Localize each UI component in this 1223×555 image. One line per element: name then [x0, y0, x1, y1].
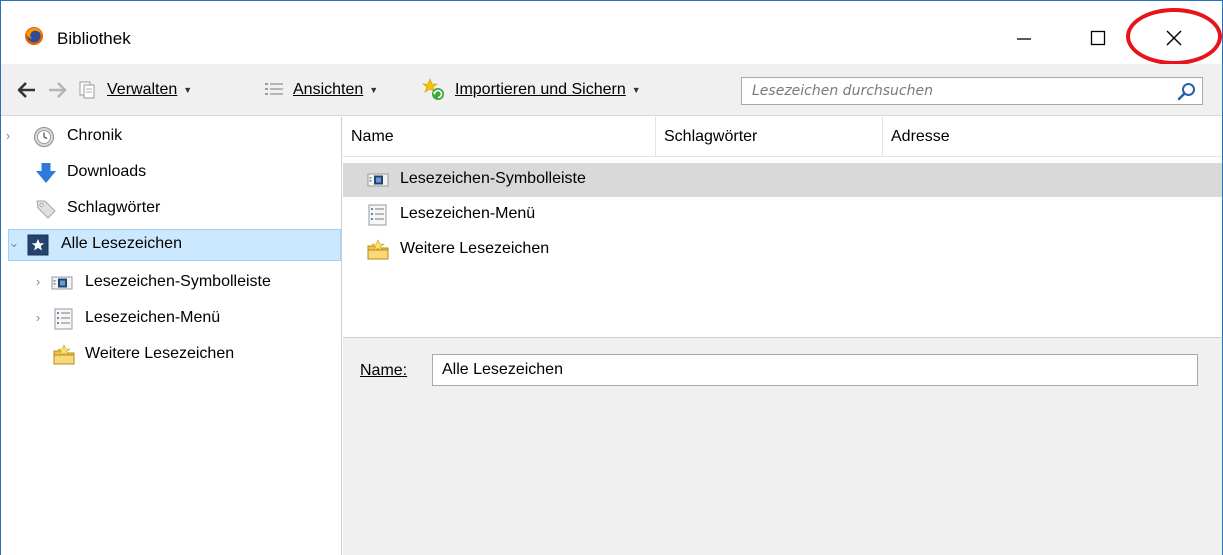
sidebar-item-label: Lesezeichen-Symbolleiste [85, 273, 271, 290]
ansichten-menu-button[interactable]: Ansichten ▼ [263, 76, 378, 104]
folder-star-icon [53, 344, 75, 365]
list-row[interactable]: Weitere Lesezeichen [343, 233, 1222, 267]
verwalten-label: Verwalten [107, 81, 178, 98]
details-pane: Name: [343, 337, 1222, 555]
list-row-name: Lesezeichen-Menü [400, 205, 536, 222]
sidebar-item-alle-lesezeichen[interactable]: ⌄ Alle Lesezeichen [8, 229, 341, 261]
minimize-icon [1017, 38, 1031, 40]
maximize-icon [1090, 30, 1106, 46]
dropdown-caret-icon: ▼ [369, 85, 379, 95]
sidebar-item-label: Lesezeichen-Menü [85, 309, 221, 326]
bookmark-toolbar-icon [51, 276, 73, 290]
verwalten-menu-button[interactable]: Verwalten ▼ [77, 76, 192, 104]
bookmark-menu-icon [368, 204, 387, 226]
list-row[interactable]: Lesezeichen-Symbolleiste [343, 163, 1222, 197]
clock-icon [34, 127, 54, 147]
back-button[interactable] [17, 76, 37, 104]
chevron-right-icon[interactable]: › [1, 128, 15, 143]
ansichten-label: Ansichten [293, 81, 364, 98]
back-arrow-icon [17, 82, 35, 98]
sidebar-item-label: Downloads [67, 163, 147, 180]
firefox-icon [25, 27, 43, 45]
close-icon [1166, 30, 1182, 46]
chevron-right-icon[interactable]: › [31, 274, 45, 289]
column-header-adresse[interactable]: Adresse [883, 117, 1223, 157]
sidebar-item-label: Chronik [67, 127, 123, 144]
sidebar-item-schlagwoerter[interactable]: Schlagwörter [1, 193, 341, 225]
forward-button[interactable] [47, 76, 67, 104]
search-box [741, 77, 1203, 105]
import-label: Importieren und Sichern [455, 81, 626, 98]
list-row-name: Lesezeichen-Symbolleiste [400, 170, 586, 187]
sidebar-item-lesezeichen-menue[interactable]: › Lesezeichen-Menü [1, 303, 341, 335]
bookmarks-star-icon [27, 234, 49, 256]
sidebar-item-lesezeichen-symbolleiste[interactable]: › Lesezeichen-Symbolleiste [1, 267, 341, 299]
minimize-button[interactable] [997, 15, 1051, 61]
bookmark-toolbar-icon [367, 173, 389, 187]
close-button[interactable] [1147, 15, 1201, 61]
sidebar-tree: › Chronik Downloads Schlagwörter ⌄ Alle … [1, 117, 342, 555]
list-row[interactable]: Lesezeichen-Menü [343, 198, 1222, 232]
library-window: Bibliothek Verwalten ▼ Ansichten ▼ Impor… [0, 0, 1223, 555]
name-field-label: Name: [360, 362, 408, 379]
sidebar-item-label: Schlagwörter [67, 199, 161, 216]
chevron-right-icon[interactable]: › [31, 310, 45, 325]
sidebar-item-label: Alle Lesezeichen [61, 235, 182, 252]
tag-icon [36, 200, 56, 219]
maximize-button[interactable] [1071, 15, 1125, 61]
bookmark-list: Name Schlagwörter Adresse Lesezeichen-Sy… [343, 117, 1222, 337]
chevron-down-icon[interactable]: ⌄ [7, 235, 21, 251]
organize-icon [79, 81, 95, 99]
search-icon[interactable] [1176, 81, 1198, 103]
window-title: Bibliothek [57, 29, 131, 48]
sidebar-item-downloads[interactable]: Downloads [1, 157, 341, 189]
folder-star-icon [367, 239, 389, 260]
import-backup-icon [422, 78, 444, 100]
list-row-name: Weitere Lesezeichen [400, 240, 550, 257]
search-input[interactable] [742, 78, 1162, 104]
column-headers: Name Schlagwörter Adresse [343, 117, 1222, 157]
dropdown-caret-icon: ▼ [183, 85, 193, 95]
sidebar-item-label: Weitere Lesezeichen [85, 345, 235, 362]
column-header-name[interactable]: Name [343, 117, 656, 157]
dropdown-caret-icon: ▼ [631, 85, 641, 95]
download-arrow-icon [36, 163, 56, 183]
column-header-schlagwoerter[interactable]: Schlagwörter [656, 117, 883, 157]
sidebar-item-chronik[interactable]: › Chronik [1, 121, 341, 153]
import-backup-menu-button[interactable]: Importieren und Sichern ▼ [421, 76, 641, 104]
title-bar: Bibliothek [1, 1, 1222, 65]
toolbar: Verwalten ▼ Ansichten ▼ Importieren und … [1, 64, 1222, 116]
name-field[interactable] [432, 354, 1198, 386]
views-icon [265, 83, 283, 95]
forward-arrow-icon [49, 82, 67, 98]
sidebar-item-weitere-lesezeichen[interactable]: Weitere Lesezeichen [1, 339, 341, 371]
bookmark-menu-icon [54, 308, 73, 330]
